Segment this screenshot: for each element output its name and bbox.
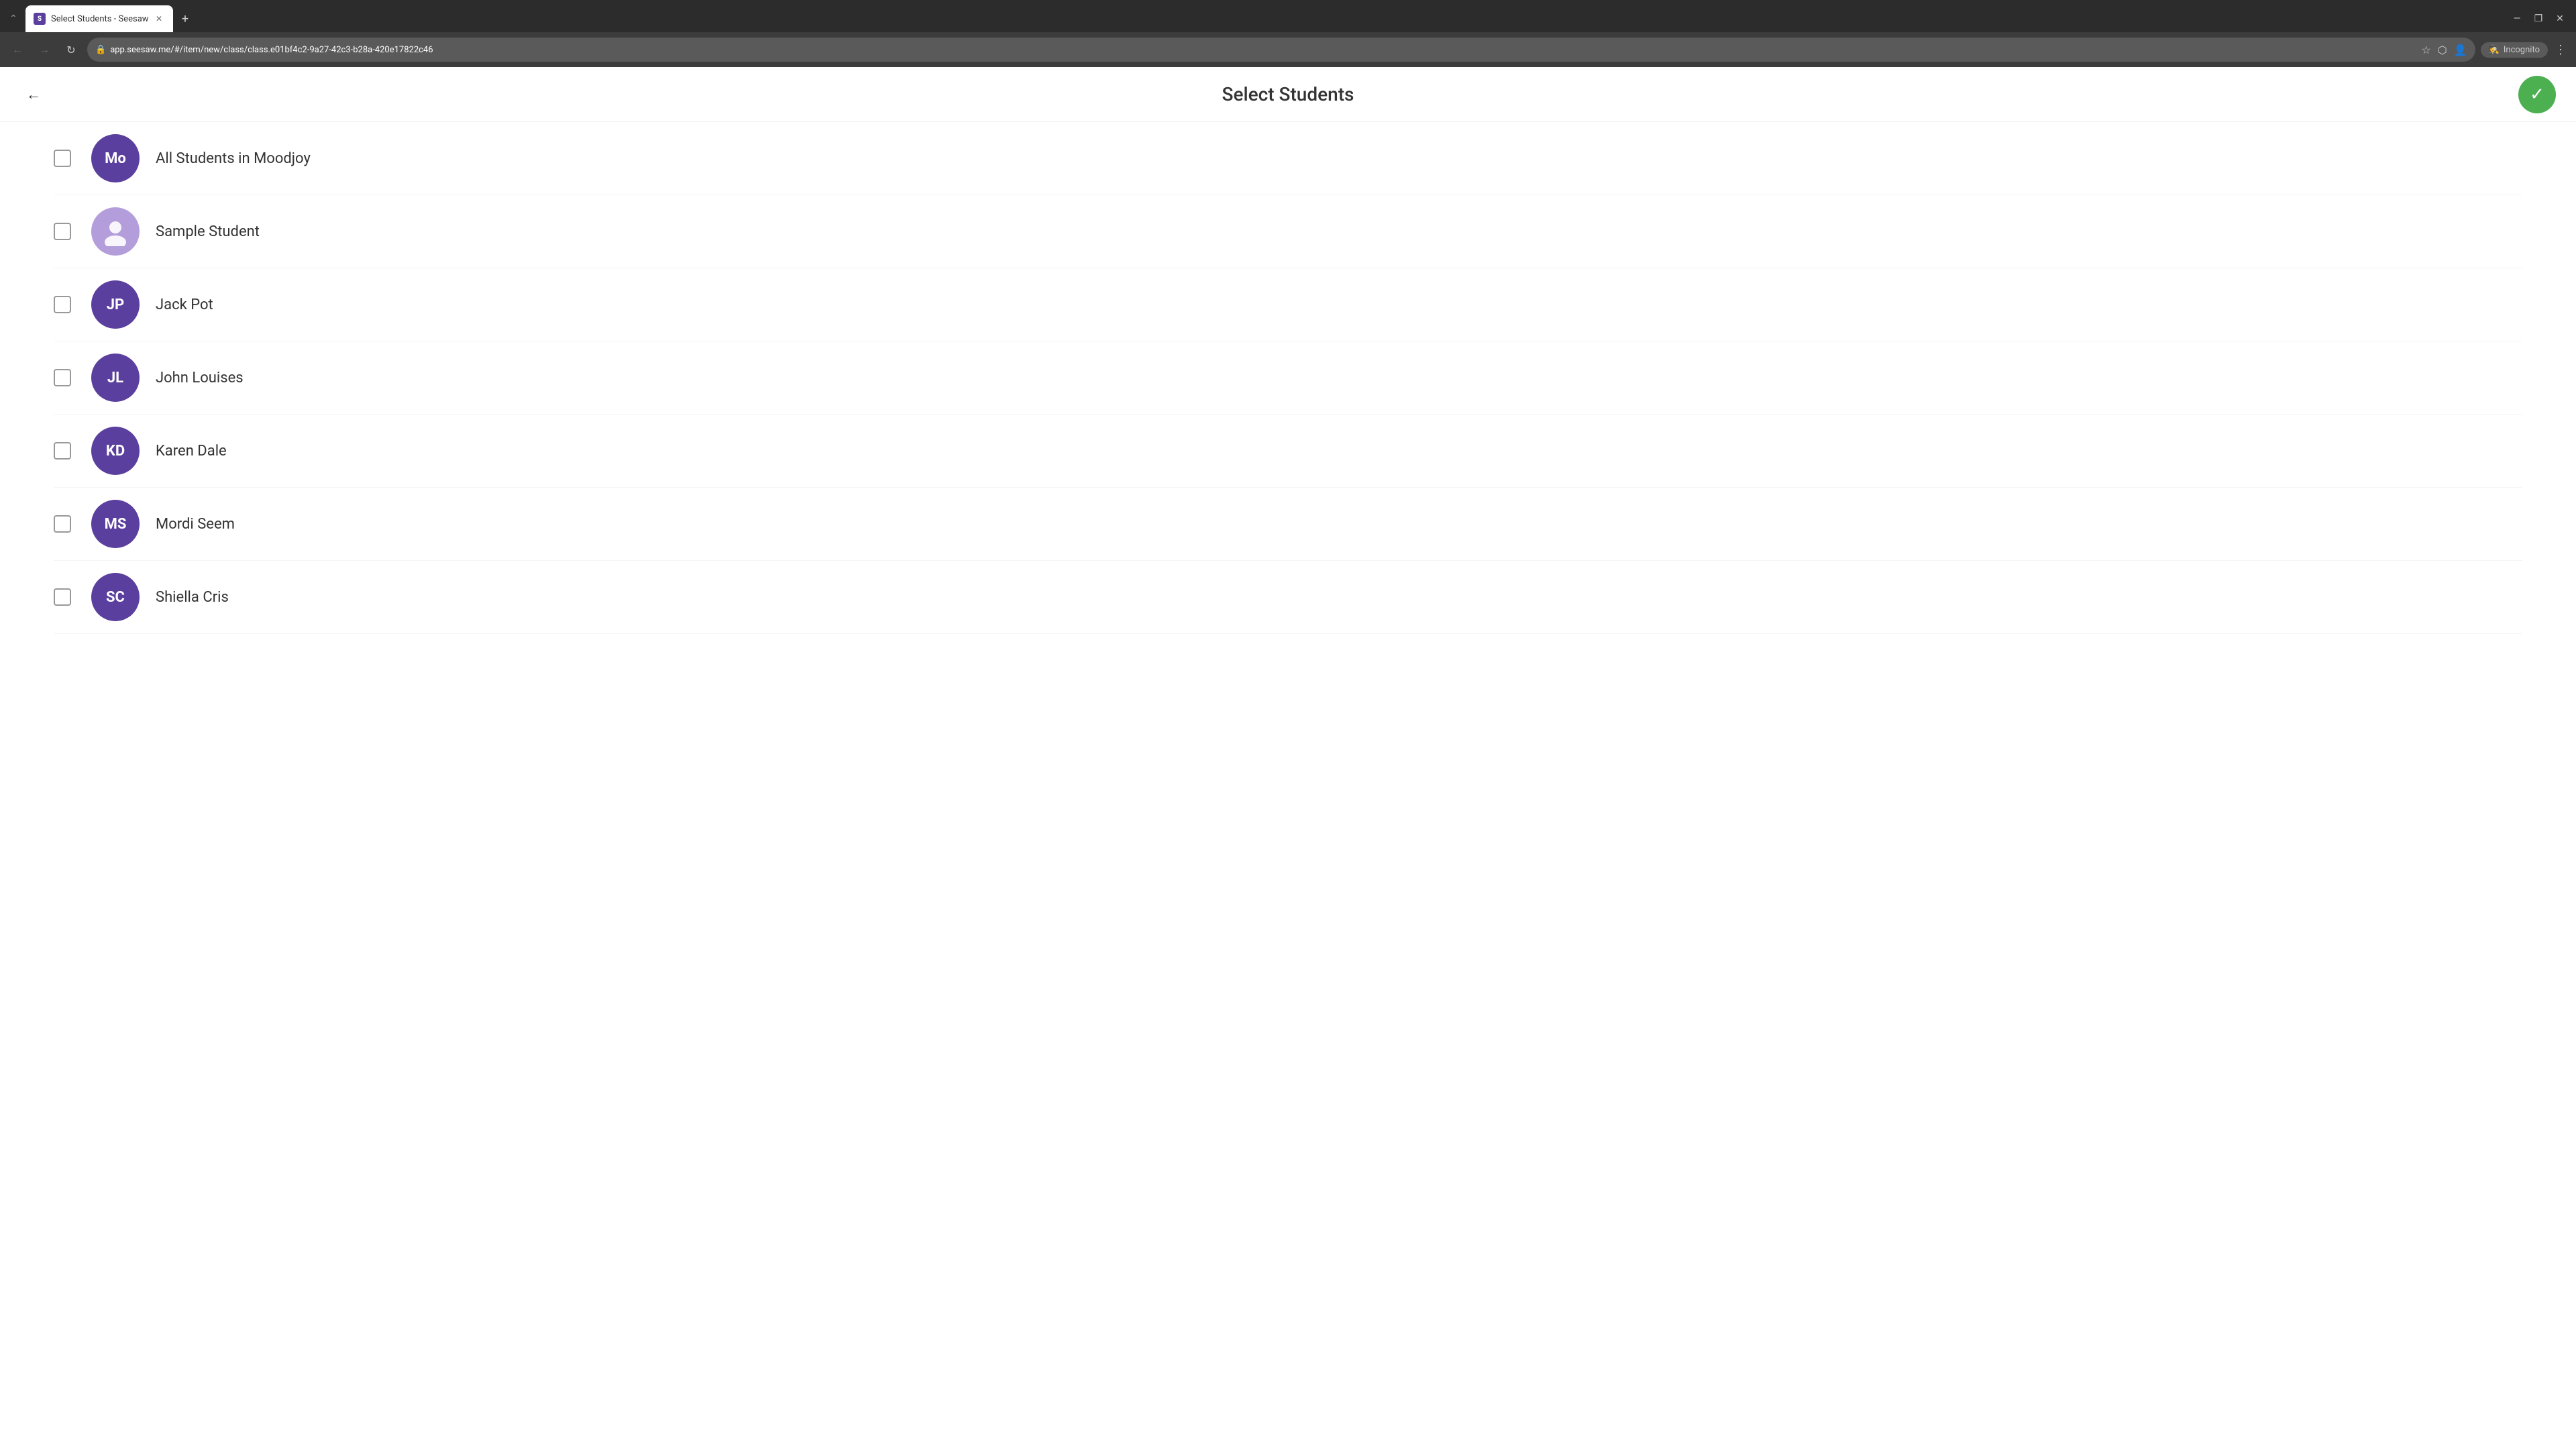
student-name-kd: Karen Dale bbox=[156, 443, 227, 460]
student-avatar-ms: MS bbox=[91, 500, 140, 548]
incognito-label: Incognito bbox=[2504, 45, 2540, 55]
close-button[interactable]: ✕ bbox=[2552, 11, 2568, 27]
student-checkbox-sc[interactable] bbox=[54, 588, 71, 606]
student-avatar-kd: KD bbox=[91, 427, 140, 475]
app-content: ← Select Students ✓ Mo All Students in Mo… bbox=[0, 67, 2576, 1449]
tab-navigation: ⌃ bbox=[5, 11, 21, 27]
active-tab[interactable]: S Select Students - Seesaw ✕ bbox=[25, 5, 173, 32]
browser-menu-button[interactable]: ⋮ bbox=[2552, 40, 2569, 60]
url-text: app.seesaw.me/#/item/new/class/class.e01… bbox=[110, 45, 2416, 55]
reload-button[interactable]: ↻ bbox=[60, 39, 82, 60]
browser-right-buttons: 🕵 Incognito ⋮ bbox=[2481, 40, 2569, 60]
student-name-sample: Sample Student bbox=[156, 223, 260, 240]
forward-button[interactable]: → bbox=[34, 39, 55, 60]
student-avatar-all: Mo bbox=[91, 134, 140, 182]
student-item-sample[interactable]: Sample Student bbox=[54, 195, 2522, 268]
student-item-ms[interactable]: MS Mordi Seem bbox=[54, 488, 2522, 561]
tab-close-button[interactable]: ✕ bbox=[153, 13, 165, 25]
browser-chrome: ⌃ S Select Students - Seesaw ✕ + — ❐ ✕ ←… bbox=[0, 0, 2576, 67]
student-item-jl[interactable]: JL John Louises bbox=[54, 341, 2522, 415]
address-right-icons: ☆ ⬡ 👤 bbox=[2421, 44, 2467, 56]
confirm-button[interactable]: ✓ bbox=[2518, 76, 2556, 113]
student-checkbox-jp[interactable] bbox=[54, 296, 71, 313]
student-name-sc: Shiella Cris bbox=[156, 589, 229, 606]
student-list: Mo All Students in Moodjoy Sample Student… bbox=[0, 122, 2576, 634]
new-tab-button[interactable]: + bbox=[176, 9, 195, 28]
profile-icon[interactable]: 👤 bbox=[2454, 44, 2467, 56]
student-name-all: All Students in Moodjoy bbox=[156, 150, 311, 167]
student-name-jl: John Louises bbox=[156, 370, 244, 386]
lock-icon: 🔒 bbox=[95, 45, 106, 55]
student-avatar-sample bbox=[91, 207, 140, 256]
maximize-button[interactable]: ❐ bbox=[2530, 11, 2546, 27]
tab-title: Select Students - Seesaw bbox=[51, 14, 149, 24]
student-checkbox-sample[interactable] bbox=[54, 223, 71, 240]
student-item-jp[interactable]: JP Jack Pot bbox=[54, 268, 2522, 341]
page-title: Select Students bbox=[1222, 83, 1354, 105]
incognito-button[interactable]: 🕵 Incognito bbox=[2481, 42, 2548, 58]
tab-favicon: S bbox=[34, 13, 46, 25]
back-button[interactable]: ← bbox=[7, 39, 28, 60]
student-checkbox-kd[interactable] bbox=[54, 442, 71, 460]
student-checkbox-ms[interactable] bbox=[54, 515, 71, 533]
window-controls: — ❐ ✕ bbox=[2509, 11, 2571, 27]
address-bar[interactable]: 🔒 app.seesaw.me/#/item/new/class/class.e… bbox=[87, 38, 2475, 62]
student-item-sc[interactable]: SC Shiella Cris bbox=[54, 561, 2522, 634]
bookmark-icon[interactable]: ☆ bbox=[2421, 44, 2430, 56]
student-avatar-sc: SC bbox=[91, 573, 140, 621]
tab-bar: ⌃ S Select Students - Seesaw ✕ + — ❐ ✕ bbox=[0, 0, 2576, 32]
minimize-button[interactable]: — bbox=[2509, 11, 2525, 27]
extension-icon[interactable]: ⬡ bbox=[2438, 44, 2447, 56]
address-bar-row: ← → ↻ 🔒 app.seesaw.me/#/item/new/class/c… bbox=[0, 32, 2576, 67]
student-item-all[interactable]: Mo All Students in Moodjoy bbox=[54, 122, 2522, 195]
student-name-jp: Jack Pot bbox=[156, 297, 213, 313]
student-name-ms: Mordi Seem bbox=[156, 516, 235, 533]
student-checkbox-all[interactable] bbox=[54, 150, 71, 167]
student-avatar-jp: JP bbox=[91, 280, 140, 329]
app-header: ← Select Students ✓ bbox=[0, 67, 2576, 122]
tab-arrow-left[interactable]: ⌃ bbox=[5, 11, 21, 27]
student-avatar-jl: JL bbox=[91, 354, 140, 402]
student-item-kd[interactable]: KD Karen Dale bbox=[54, 415, 2522, 488]
incognito-icon: 🕵 bbox=[2489, 45, 2500, 55]
student-checkbox-jl[interactable] bbox=[54, 369, 71, 386]
back-button[interactable]: ← bbox=[20, 81, 47, 108]
